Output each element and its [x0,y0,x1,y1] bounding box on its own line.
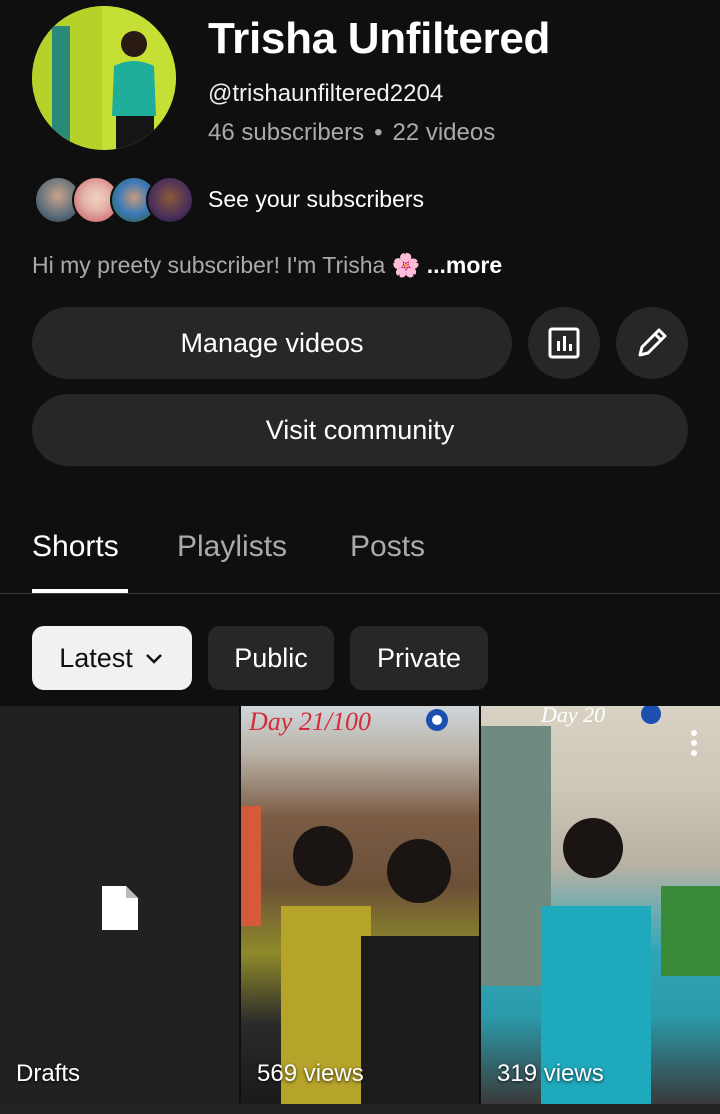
drafts-tile[interactable]: Drafts [0,706,239,1104]
tabs-divider [0,593,720,594]
channel-stats: 46 subscribers • 22 videos [208,119,495,147]
bio-more-link[interactable]: ...more [427,252,502,278]
more-vert-icon[interactable] [688,728,700,758]
filter-private-chip[interactable]: Private [350,626,488,690]
channel-handle: @trishaunfiltered2204 [208,80,444,107]
short-overlay-title: Day 21/100 [248,707,371,736]
short-thumbnail[interactable]: Day 20 319 views [481,706,720,1104]
short-overlay-title: Day 20 [540,706,605,727]
subscriber-avatar [146,176,194,224]
bar-chart-icon [548,327,580,359]
analytics-button[interactable] [528,307,600,379]
next-row-preview [0,1104,720,1114]
edit-channel-button[interactable] [616,307,688,379]
subscriber-count: 46 subscribers [208,119,365,146]
document-icon [102,886,138,930]
drafts-label: Drafts [16,1060,81,1087]
tab-posts[interactable]: Posts [350,530,425,564]
short-thumbnail[interactable]: Day 21/100 569 views [241,706,479,1104]
stats-separator: • [374,119,383,146]
pencil-icon [638,328,667,357]
channel-avatar-image [32,6,176,150]
short-thumbnail-image: Day 20 [481,706,720,1104]
subscriber-avatars[interactable] [34,176,194,224]
tab-shorts[interactable]: Shorts [32,530,119,564]
see-subscribers-link[interactable]: See your subscribers [208,186,424,213]
channel-avatar[interactable] [32,6,176,150]
short-thumbnail-image: Day 21/100 [241,707,479,1104]
filter-public-chip[interactable]: Public [208,626,334,690]
filter-latest-chip[interactable]: Latest [32,626,192,690]
short-view-count: 569 views [257,1060,364,1087]
bio-text: Hi my preety subscriber! I'm Trisha 🌸 [32,252,421,278]
filter-latest-label: Latest [59,642,133,673]
visit-community-button[interactable]: Visit community [32,394,688,466]
tab-playlists[interactable]: Playlists [177,530,287,564]
manage-videos-button[interactable]: Manage videos [32,307,512,379]
channel-bio[interactable]: Hi my preety subscriber! I'm Trisha 🌸 ..… [32,252,502,279]
short-view-count: 319 views [497,1060,604,1087]
chevron-down-icon [145,654,162,664]
video-count: 22 videos [392,119,496,146]
channel-name: Trisha Unfiltered [208,14,551,63]
